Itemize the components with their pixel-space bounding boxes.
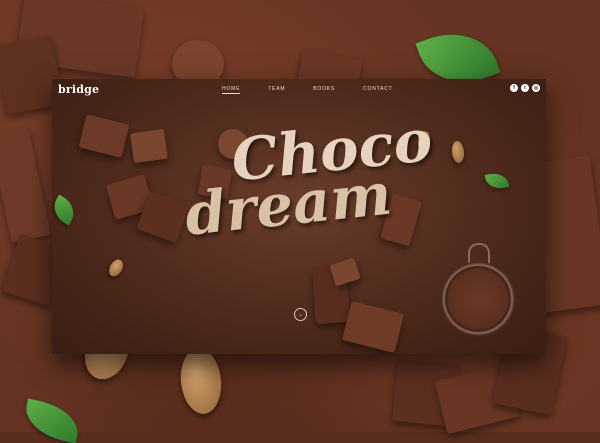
menu-item-books[interactable]: BOOKS [313, 86, 335, 92]
mint-leaf [484, 171, 510, 191]
menu-item-home[interactable]: HOME [222, 86, 241, 94]
chocolate-chunk [78, 114, 130, 158]
social-links: f t ◎ [510, 84, 540, 92]
menu-item-contact[interactable]: CONTACT [363, 86, 392, 92]
top-navigation: bridge HOME TEAM BOOKS CONTACT f t ◎ [52, 79, 546, 101]
chevron-down-icon: ⌄ [297, 311, 304, 318]
menu-item-team[interactable]: TEAM [268, 86, 285, 92]
almond [106, 257, 126, 279]
site-logo[interactable]: bridge [58, 83, 99, 96]
main-menu: HOME TEAM BOOKS CONTACT [222, 86, 421, 94]
mint-leaf [52, 194, 80, 226]
chocolate-chunk [130, 128, 168, 164]
chocolate-chunk [341, 301, 405, 353]
facebook-icon[interactable]: f [510, 84, 518, 92]
chocolate-chunk [329, 257, 361, 287]
twitter-icon[interactable]: t [521, 84, 529, 92]
instagram-icon[interactable]: ◎ [532, 84, 540, 92]
cocoa-sieve [440, 261, 516, 337]
website-screen: bridge HOME TEAM BOOKS CONTACT f t ◎ Cho… [52, 79, 546, 354]
scroll-down-button[interactable]: ⌄ [294, 308, 307, 321]
hero-title: Choco dream [178, 106, 477, 249]
